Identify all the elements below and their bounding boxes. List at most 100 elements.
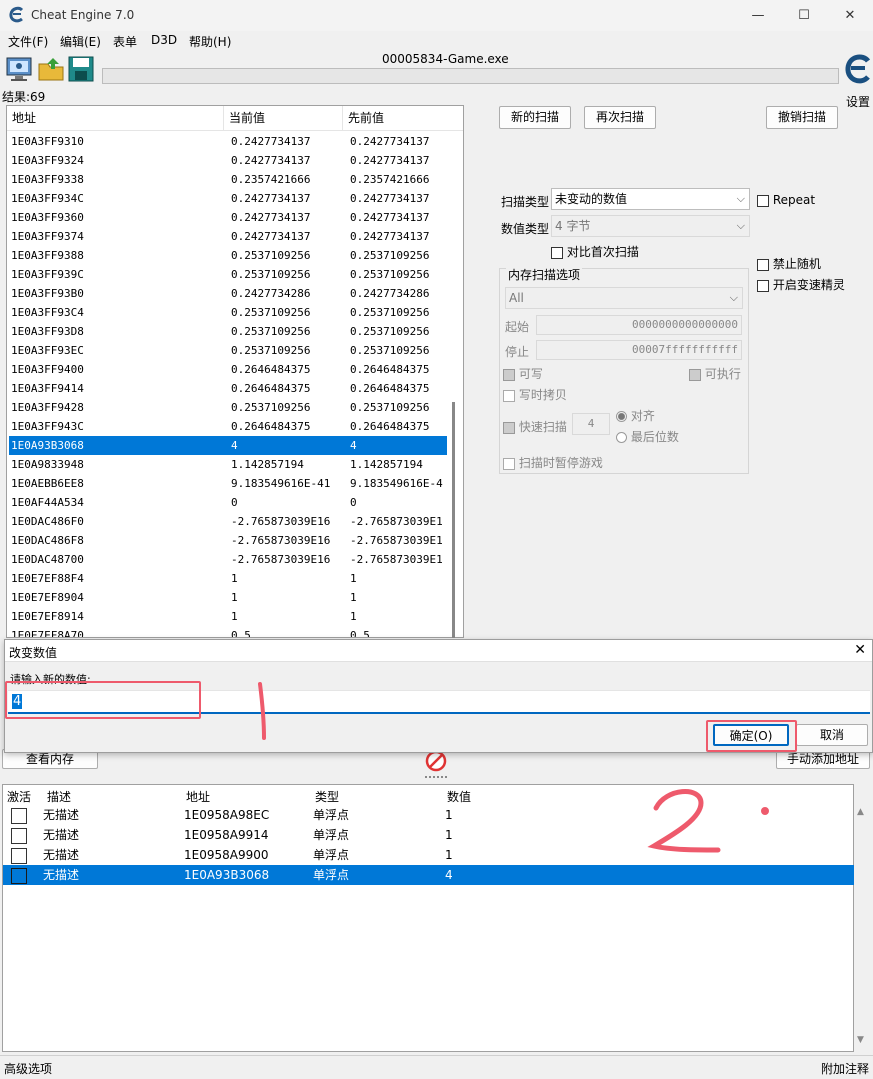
menu-edit[interactable]: 编辑(E) — [60, 33, 101, 50]
dialog-close-icon[interactable]: ✕ — [854, 642, 866, 658]
scan-list-scrollbar[interactable] — [452, 402, 455, 638]
scroll-up-icon[interactable]: ▲ — [857, 807, 864, 817]
menu-table[interactable]: 表单 — [113, 33, 137, 50]
active-checkbox[interactable] — [11, 848, 27, 864]
next-scan-button[interactable]: 再次扫描 — [584, 106, 656, 129]
settings-label[interactable]: 设置 — [846, 93, 870, 110]
last-digits-radio-wrap[interactable]: 最后位数 — [616, 428, 679, 445]
scan-result-row[interactable]: 1E0A3FF934C 0.2427734137 0.2427734137 — [9, 189, 447, 208]
scan-current-value: 0.2537109256 — [231, 325, 311, 338]
scan-current-value: 0.5 — [231, 629, 251, 638]
scan-result-row[interactable]: 1E0A3FF939C 0.2537109256 0.2537109256 — [9, 265, 447, 284]
advanced-options-button[interactable]: 高级选项 — [4, 1060, 52, 1077]
stop-address-field[interactable]: 00007fffffffffff — [536, 340, 742, 360]
scan-result-row[interactable]: 1E0A3FF9400 0.2646484375 0.2646484375 — [9, 360, 447, 379]
scan-result-row[interactable]: 1E0A3FF943C 0.2646484375 0.2646484375 — [9, 417, 447, 436]
scan-result-row[interactable]: 1E0DAC486F8 -2.765873039E16 -2.765873039E1 — [9, 531, 447, 550]
open-file-icon[interactable] — [37, 55, 65, 83]
minimize-button[interactable]: — — [735, 0, 781, 31]
compare-first-wrap[interactable]: 对比首次扫描 — [551, 243, 639, 260]
region-select[interactable]: All ⌵ — [505, 287, 743, 309]
scan-result-row[interactable]: 1E0A3FF93EC 0.2537109256 0.2537109256 — [9, 341, 447, 360]
cheat-table-row[interactable]: 无描述 1E0A93B3068 单浮点 4 — [3, 865, 855, 885]
cancel-button[interactable]: 取消 — [796, 724, 868, 746]
scan-result-row[interactable]: 1E0A3FF9374 0.2427734137 0.2427734137 — [9, 227, 447, 246]
scan-result-row[interactable]: 1E0A3FF9310 0.2427734137 0.2427734137 — [9, 132, 447, 151]
last-digits-radio[interactable] — [616, 432, 627, 443]
scan-result-row[interactable]: 1E0A3FF9360 0.2427734137 0.2427734137 — [9, 208, 447, 227]
col-header-current[interactable]: 当前值 — [224, 106, 343, 131]
menu-help[interactable]: 帮助(H) — [189, 33, 231, 50]
disable-random-wrap[interactable]: 禁止随机 — [757, 255, 821, 272]
col-header-previous[interactable]: 先前值 — [343, 106, 463, 131]
scan-results-list[interactable]: 地址 当前值 先前值 1E0A3FF9310 0.2427734137 0.2427… — [6, 105, 464, 638]
scan-result-row[interactable]: 1E0AEBB6EE8 9.183549616E-41 9.183549616E-4 — [9, 474, 447, 493]
scan-result-row[interactable]: 1E0A3FF9324 0.2427734137 0.2427734137 — [9, 151, 447, 170]
pause-game-checkbox[interactable] — [503, 457, 515, 470]
fast-scan-checkbox[interactable] — [503, 421, 515, 434]
active-checkbox[interactable] — [11, 808, 27, 824]
speedhack-wrap[interactable]: 开启变速精灵 — [757, 276, 845, 293]
scan-result-row[interactable]: 1E0DAC48700 -2.765873039E16 -2.765873039E1 — [9, 550, 447, 569]
executable-wrap[interactable]: 可执行 — [689, 365, 741, 382]
col-header-address[interactable]: 地址 — [7, 106, 224, 131]
fast-scan-wrap[interactable]: 快速扫描 — [503, 418, 567, 435]
align-radio-wrap[interactable]: 对齐 — [616, 407, 655, 424]
speedhack-checkbox[interactable] — [757, 279, 769, 292]
scan-result-row[interactable]: 1E0AF44A534 0 0 — [9, 493, 447, 512]
settings-logo-icon[interactable] — [843, 53, 873, 89]
table-comments-button[interactable]: 附加注释 — [821, 1060, 869, 1077]
cheat-value: 1 — [445, 808, 453, 822]
active-checkbox[interactable] — [11, 828, 27, 844]
scan-result-row[interactable]: 1E0A3FF9338 0.2357421666 0.2357421666 — [9, 170, 447, 189]
save-file-icon[interactable] — [67, 55, 95, 83]
menu-file[interactable]: 文件(F) — [8, 33, 48, 50]
scan-result-row[interactable]: 1E0A9833948 1.142857194 1.142857194 — [9, 455, 447, 474]
value-type-select[interactable]: 4 字节 ⌵ — [551, 215, 750, 237]
writable-wrap[interactable]: 可写 — [503, 365, 543, 382]
splitter-handle[interactable] — [425, 776, 447, 779]
cheat-table-scrollbar[interactable]: ▲ ▼ — [854, 806, 870, 1046]
scan-result-row[interactable]: 1E0A3FF93B0 0.2427734286 0.2427734286 — [9, 284, 447, 303]
writable-checkbox[interactable] — [503, 368, 515, 381]
scan-result-row[interactable]: 1E0A3FF9388 0.2537109256 0.2537109256 — [9, 246, 447, 265]
col-header-active[interactable]: 激活 — [7, 788, 31, 805]
scan-result-row[interactable]: 1E0DAC486F0 -2.765873039E16 -2.765873039E1 — [9, 512, 447, 531]
scan-previous-value: 4 — [350, 439, 357, 452]
col-header-value[interactable]: 数值 — [447, 788, 471, 805]
active-checkbox[interactable] — [11, 868, 27, 884]
cheat-value: 4 — [445, 868, 453, 882]
start-address-field[interactable]: 0000000000000000 — [536, 315, 742, 335]
new-scan-button[interactable]: 新的扫描 — [499, 106, 571, 129]
maximize-button[interactable]: ☐ — [781, 0, 827, 31]
undo-scan-button[interactable]: 撤销扫描 — [766, 106, 838, 129]
scan-result-row[interactable]: 1E0E7EF8A70 0.5 0.5 — [9, 626, 447, 638]
scan-result-row[interactable]: 1E0A3FF9428 0.2537109256 0.2537109256 — [9, 398, 447, 417]
fast-scan-value[interactable]: 4 — [572, 413, 610, 435]
pause-game-wrap[interactable]: 扫描时暂停游戏 — [503, 454, 603, 471]
disable-random-checkbox[interactable] — [757, 258, 769, 271]
align-radio[interactable] — [616, 411, 627, 422]
compare-first-checkbox[interactable] — [551, 246, 563, 259]
scan-result-row[interactable]: 1E0A3FF9414 0.2646484375 0.2646484375 — [9, 379, 447, 398]
scan-result-row[interactable]: 1E0A3FF93D8 0.2537109256 0.2537109256 — [9, 322, 447, 341]
close-button[interactable]: ✕ — [827, 0, 873, 31]
repeat-checkbox[interactable] — [757, 194, 769, 207]
col-header-address[interactable]: 地址 — [186, 788, 210, 805]
scan-result-row[interactable]: 1E0A93B3068 4 4 — [9, 436, 447, 455]
scan-result-row[interactable]: 1E0E7EF88F4 1 1 — [9, 569, 447, 588]
scan-result-row[interactable]: 1E0E7EF8914 1 1 — [9, 607, 447, 626]
open-process-icon[interactable] — [5, 55, 33, 83]
executable-checkbox[interactable] — [689, 368, 701, 381]
copy-on-write-wrap[interactable]: 写时拷贝 — [503, 386, 567, 403]
scan-type-select[interactable]: 未变动的数值 ⌵ — [551, 188, 750, 210]
copy-on-write-checkbox[interactable] — [503, 389, 515, 402]
menu-d3d[interactable]: D3D — [151, 33, 177, 47]
scan-result-row[interactable]: 1E0E7EF8904 1 1 — [9, 588, 447, 607]
scan-previous-value: 0.2646484375 — [350, 382, 430, 395]
col-header-type[interactable]: 类型 — [315, 788, 339, 805]
col-header-description[interactable]: 描述 — [47, 788, 71, 805]
scan-result-row[interactable]: 1E0A3FF93C4 0.2537109256 0.2537109256 — [9, 303, 447, 322]
scroll-down-icon[interactable]: ▼ — [857, 1035, 864, 1045]
repeat-checkbox-wrap[interactable]: Repeat — [757, 193, 815, 207]
